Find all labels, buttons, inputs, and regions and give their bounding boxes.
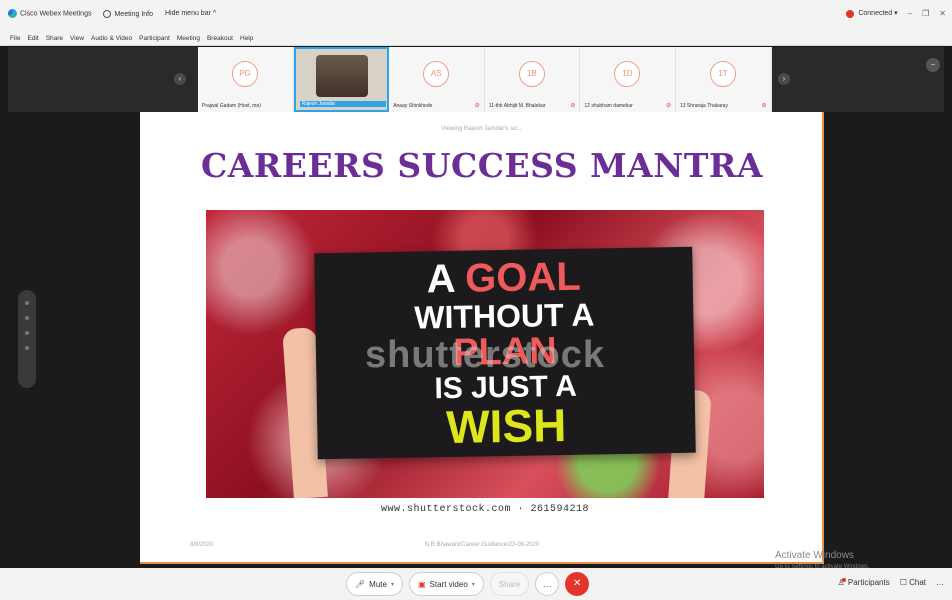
sign-line-1: A GOAL (314, 255, 693, 302)
chat-label: Chat (909, 578, 926, 587)
menu-view[interactable]: View (70, 35, 84, 42)
share-button[interactable]: Share (489, 572, 530, 596)
notification-dot-icon (841, 578, 846, 582)
slide-title: CAREERS SUCCESS MANTRA (201, 146, 763, 185)
sign-line-2: WITHOUT A (413, 296, 595, 336)
toolbar-dot-icon[interactable] (25, 301, 29, 305)
meeting-controls: 🎤︎ Mute ▾ ▣ Start video ▾ Share … ✕ ♙ Pa… (0, 568, 952, 600)
participants-label: Participants (847, 578, 890, 587)
image-credit: www.shutterstock.com · 261594218 (380, 504, 590, 515)
meeting-controls-right: ♙ Participants ☐ Chat … (837, 578, 944, 587)
menu-file[interactable]: File (10, 35, 20, 42)
muted-mic-icon: ⊘ (570, 103, 576, 109)
menu-share[interactable]: Share (46, 35, 63, 42)
muted-mic-icon: ⊘ (474, 103, 480, 109)
mute-label: Mute (369, 579, 387, 589)
participant-name: 11-thb Abhijit M. Bhalekar (488, 103, 546, 109)
toolbar-dot-icon[interactable] (25, 346, 29, 350)
toolbar-dot-icon[interactable] (25, 331, 29, 335)
participant-name: Anaay Shinkhede (393, 103, 433, 109)
chat-bubble-icon: ☐ (899, 578, 907, 587)
hide-menu-bar-button[interactable]: Hide menu bar ^ (165, 10, 216, 17)
avatar: 1D (614, 61, 641, 87)
overflow-menu-button[interactable]: … (936, 578, 944, 587)
participant-name: 12 shubham damekar (584, 103, 633, 109)
end-meeting-button[interactable]: ✕ (565, 572, 590, 596)
info-icon (103, 9, 112, 18)
avatar: 1T (709, 61, 736, 87)
participant-tile[interactable]: 1D 12 shubham damekar ⊘ (580, 47, 676, 112)
menu-participant[interactable]: Participant (139, 35, 170, 42)
muted-mic-icon: ⊘ (665, 103, 671, 109)
mute-button[interactable]: 🎤︎ Mute ▾ (346, 572, 403, 596)
slide-image: A GOAL WITHOUT A PLAN IS JUST A WISH shu… (206, 210, 764, 498)
app-name: Cisco Webex Meetings (20, 10, 92, 18)
close-window-button[interactable]: ✕ (939, 9, 946, 18)
avatar: PG (232, 61, 258, 87)
scroll-left-icon[interactable]: ‹ (174, 73, 186, 85)
menu-audio-video[interactable]: Audio & Video (91, 35, 132, 42)
shared-slide: Viewing Rajesh Jamdar's scr... CAREERS S… (140, 112, 824, 564)
app-title: Cisco Webex Meetings (8, 9, 91, 18)
video-camera-icon: ▣ (417, 579, 426, 589)
menu-bar: File Edit Share View Audio & Video Parti… (0, 32, 952, 46)
participant-tiles: PG Prajwal Gadam (Host, me) Rajesh Jamda… (198, 47, 772, 112)
participant-strip: ‹ PG Prajwal Gadam (Host, me) Rajesh Jam… (8, 47, 944, 112)
minimize-button[interactable]: – (908, 9, 912, 18)
sign-word-a: A (426, 256, 455, 302)
participant-tile[interactable]: AS Anaay Shinkhede ⊘ (389, 47, 485, 112)
participant-name: Rajesh Jamdar (299, 101, 386, 107)
chat-button[interactable]: ☐ Chat (900, 578, 926, 587)
participant-tile[interactable]: PG Prajwal Gadam (Host, me) (198, 47, 294, 112)
menu-help[interactable]: Help (240, 35, 253, 42)
chevron-down-icon[interactable]: ▾ (391, 581, 394, 588)
participant-video (315, 55, 368, 97)
title-bar: Cisco Webex Meetings Meeting Info Hide m… (0, 0, 952, 32)
slide-footer-text: N.R.Bhawani/Career Guidance/23-08-2020 (424, 542, 540, 548)
meeting-controls-center: 🎤︎ Mute ▾ ▣ Start video ▾ Share … ✕ (346, 572, 590, 596)
restore-button[interactable]: ❐ (922, 9, 929, 18)
share-label: Share (498, 579, 521, 589)
shared-content-area: Viewing Rajesh Jamdar's scr... CAREERS S… (8, 112, 944, 570)
meeting-info-button[interactable]: Meeting Info (103, 9, 153, 18)
microphone-icon: 🎤︎ (355, 579, 366, 589)
participants-button[interactable]: ♙ Participants (837, 578, 890, 587)
sign-line-5: WISH (445, 398, 567, 454)
activate-windows-notice: Activate Windows (775, 550, 854, 561)
participant-name: Prajwal Gadam (Host, me) (202, 103, 261, 109)
avatar: AS (423, 61, 450, 87)
connection-status-icon (846, 9, 855, 18)
connection-status[interactable]: Connected ▾ (846, 9, 898, 18)
participant-tile[interactable]: 1B 11-thb Abhijit M. Bhalekar ⊘ (485, 47, 581, 112)
scroll-right-icon[interactable]: › (778, 73, 790, 85)
connection-label: Connected ▾ (858, 10, 898, 18)
toolbar-dot-icon[interactable] (25, 316, 29, 320)
participant-tile-active-speaker[interactable]: Rajesh Jamdar (293, 47, 390, 112)
title-bar-left: Cisco Webex Meetings Meeting Info Hide m… (8, 9, 216, 18)
menu-meeting[interactable]: Meeting (177, 35, 200, 42)
title-bar-right: Connected ▾ – ❐ ✕ (846, 9, 946, 18)
start-video-label: Start video (429, 579, 468, 589)
avatar: 1B (518, 61, 545, 87)
collapse-strip-icon[interactable]: − (926, 58, 940, 72)
chevron-down-icon[interactable]: ▾ (472, 581, 475, 588)
menu-breakout[interactable]: Breakout (207, 35, 233, 42)
muted-mic-icon: ⊘ (761, 103, 767, 109)
image-watermark: shutterstock (364, 334, 606, 376)
webex-window: Cisco Webex Meetings Meeting Info Hide m… (0, 0, 952, 600)
annotation-toolbar[interactable] (18, 290, 36, 388)
participant-tile[interactable]: 1T 13 Shraraja Thakaray ⊘ (676, 47, 772, 112)
viewing-notice: Viewing Rajesh Jamdar's scr... (441, 126, 523, 132)
webex-logo-icon (8, 9, 17, 18)
sign-word-goal: GOAL (464, 254, 582, 301)
meeting-info-label: Meeting Info (114, 10, 153, 18)
participant-name: 13 Shraraja Thakaray (679, 103, 728, 109)
more-options-button[interactable]: … (535, 572, 560, 596)
start-video-button[interactable]: ▣ Start video ▾ (408, 572, 484, 596)
menu-edit[interactable]: Edit (27, 35, 38, 42)
